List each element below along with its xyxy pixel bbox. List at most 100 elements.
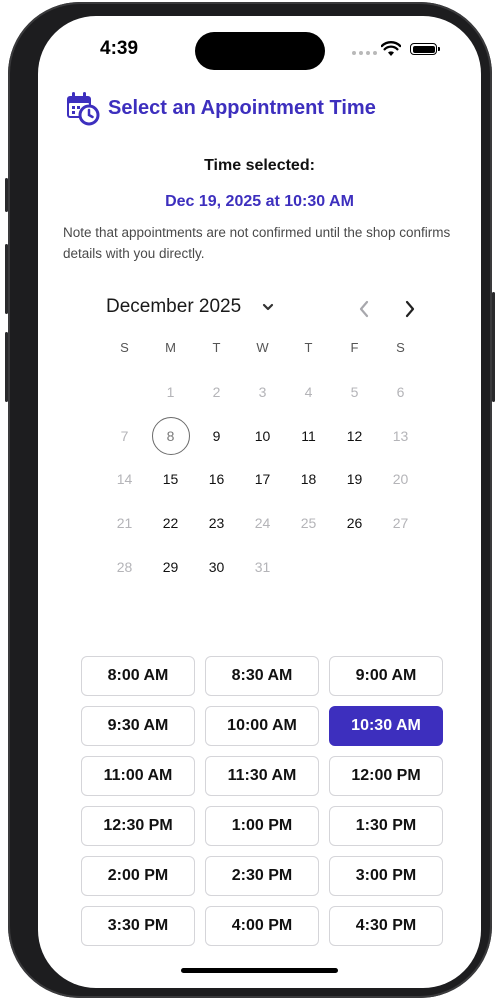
calendar-day-number: 25 xyxy=(300,515,317,532)
time-slot-button[interactable]: 9:00 AM xyxy=(329,656,443,696)
time-slot-button[interactable]: 8:00 AM xyxy=(81,656,195,696)
time-slot-button[interactable]: 2:30 PM xyxy=(205,856,319,896)
calendar-day-number: 12 xyxy=(346,427,363,444)
battery-icon xyxy=(410,43,440,55)
weekday-header: S M T W T F S xyxy=(102,338,424,356)
calendar-day-number: 21 xyxy=(116,515,133,532)
chevron-down-icon[interactable] xyxy=(261,300,275,314)
calendar-day-number: 3 xyxy=(258,383,267,400)
previous-month-chevron-icon[interactable] xyxy=(354,298,374,320)
calendar-day-number: 16 xyxy=(208,471,225,488)
calendar-day: 28 xyxy=(102,559,148,575)
calendar-day[interactable]: 9 xyxy=(194,428,240,444)
time-slot-button[interactable]: 12:00 PM xyxy=(329,756,443,796)
calendar-day-number: 30 xyxy=(208,558,225,575)
calendar-day[interactable]: 16 xyxy=(194,471,240,487)
calendar-day[interactable]: 22 xyxy=(148,515,194,531)
calendar-day[interactable]: 26 xyxy=(332,515,378,531)
calendar-day[interactable]: 12 xyxy=(332,428,378,444)
calendar-day: 7 xyxy=(102,428,148,444)
status-time: 4:39 xyxy=(100,38,139,59)
weekday-label: W xyxy=(256,339,269,355)
calendar-day-number: 26 xyxy=(346,515,363,532)
calendar-day[interactable]: 18 xyxy=(286,471,332,487)
time-slot-button[interactable]: 11:30 AM xyxy=(205,756,319,796)
calendar-week-row: 1 2 3 4 5 6 xyxy=(102,370,424,414)
calendar-day-today: 8 xyxy=(148,416,194,455)
time-slot-button[interactable]: 8:30 AM xyxy=(205,656,319,696)
calendar-day: 4 xyxy=(286,384,332,400)
header: Select an Appointment Time xyxy=(64,90,376,126)
calendar-day-number: 9 xyxy=(212,427,221,444)
calendar-day-number: 27 xyxy=(392,515,409,532)
screen: 4:39 Select an Appointment Time Time sel… xyxy=(38,16,481,988)
time-slot-button[interactable]: 4:00 PM xyxy=(205,906,319,946)
time-slot-button[interactable]: 1:30 PM xyxy=(329,806,443,846)
calendar-day: 14 xyxy=(102,471,148,487)
calendar-day-number: 24 xyxy=(254,515,271,532)
calendar-day: 5 xyxy=(332,384,378,400)
time-slot-button[interactable]: 12:30 PM xyxy=(81,806,195,846)
weekday-label: F xyxy=(350,339,359,355)
calendar-day: 27 xyxy=(378,515,424,531)
calendar-day: 2 xyxy=(194,384,240,400)
calendar-week-row: 28 29 30 31 xyxy=(102,545,424,589)
time-slot-button[interactable]: 2:00 PM xyxy=(81,856,195,896)
calendar-day: 21 xyxy=(102,515,148,531)
calendar-day-number: 19 xyxy=(346,471,363,488)
calendar-day[interactable]: 29 xyxy=(148,559,194,575)
calendar-day-number: 2 xyxy=(212,383,221,400)
calendar-day-number: 6 xyxy=(396,383,405,400)
calendar-day[interactable]: 11 xyxy=(286,428,332,444)
calendar-day-number: 15 xyxy=(162,471,179,488)
calendar-day[interactable]: 17 xyxy=(240,471,286,487)
dynamic-island xyxy=(195,32,325,70)
calendar-day-number: 14 xyxy=(116,471,133,488)
time-slot-button[interactable]: 10:00 AM xyxy=(205,706,319,746)
time-slot-button[interactable]: 4:30 PM xyxy=(329,906,443,946)
time-slot-grid: 8:00 AM 8:30 AM 9:00 AM 9:30 AM 10:00 AM 10:3… xyxy=(81,656,443,946)
calendar-day[interactable]: 23 xyxy=(194,515,240,531)
calendar-day-number: 5 xyxy=(350,383,359,400)
mute-switch xyxy=(5,178,8,212)
calendar-day[interactable]: 19 xyxy=(332,471,378,487)
confirmation-note: Note that appointments are not confirmed… xyxy=(63,225,451,261)
time-slot-button[interactable]: 9:30 AM xyxy=(81,706,195,746)
calendar-day: 13 xyxy=(378,428,424,444)
calendar-day-number: 29 xyxy=(162,558,179,575)
time-slot-button-selected[interactable]: 10:30 AM xyxy=(329,706,443,746)
month-picker[interactable]: December 2025 xyxy=(106,296,275,318)
calendar-week-row: 7 8 9 10 11 12 13 xyxy=(102,414,424,458)
calendar-day-number: 4 xyxy=(304,383,313,400)
calendar-day: 25 xyxy=(286,515,332,531)
calendar-day[interactable]: 15 xyxy=(148,471,194,487)
page-title: Select an Appointment Time xyxy=(108,96,376,119)
time-slot-button[interactable]: 1:00 PM xyxy=(205,806,319,846)
weekday-label: S xyxy=(120,339,129,355)
calendar-day-number: 28 xyxy=(116,558,133,575)
calendar-week-row: 21 22 23 24 25 26 27 xyxy=(102,501,424,545)
weekday-label: S xyxy=(396,339,405,355)
calendar-day[interactable]: 30 xyxy=(194,559,240,575)
calendar-day: 1 xyxy=(148,384,194,400)
calendar-day: 24 xyxy=(240,515,286,531)
calendar-clock-icon xyxy=(67,92,100,126)
calendar-day-number: 20 xyxy=(392,471,409,488)
calendar-day-number: 18 xyxy=(300,471,317,488)
calendar-day-number: 23 xyxy=(208,515,225,532)
calendar-day: 20 xyxy=(378,471,424,487)
weekday-label: T xyxy=(212,339,221,355)
weekday-label: M xyxy=(165,339,176,355)
calendar-day[interactable]: 10 xyxy=(240,428,286,444)
volume-up-button xyxy=(5,244,8,314)
time-slot-button[interactable]: 3:30 PM xyxy=(81,906,195,946)
calendar-day-number: 17 xyxy=(254,471,271,488)
calendar-day-number: 8 xyxy=(151,416,190,455)
time-slot-button[interactable]: 11:00 AM xyxy=(81,756,195,796)
phone-frame: 4:39 Select an Appointment Time Time sel… xyxy=(5,2,495,998)
next-month-chevron-icon[interactable] xyxy=(400,298,420,320)
time-slot-button[interactable]: 3:00 PM xyxy=(329,856,443,896)
calendar-grid: S M T W T F S 1 2 3 4 5 6 7 8 9 10 11 12 13 14 15 16 17 1… xyxy=(102,338,424,589)
status-bar: 4:39 xyxy=(38,16,481,80)
calendar-day-number: 1 xyxy=(166,383,175,400)
